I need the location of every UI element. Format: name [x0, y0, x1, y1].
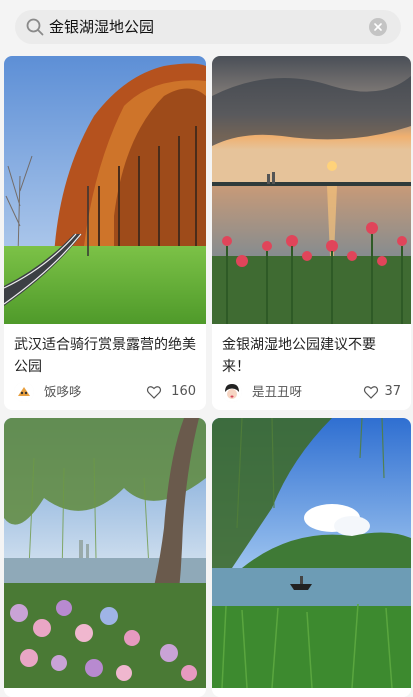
search-bar[interactable]: 金银湖湿地公园	[15, 10, 401, 44]
avatar[interactable]	[222, 382, 242, 402]
avatar[interactable]	[14, 382, 34, 402]
search-input[interactable]: 金银湖湿地公园	[49, 10, 154, 44]
search-header: 金银湖湿地公园	[0, 0, 413, 54]
card-image	[212, 56, 411, 324]
author-name[interactable]: 是丑丑呀	[252, 382, 302, 402]
clear-icon[interactable]	[369, 18, 387, 36]
author-name[interactable]: 饭哆哆	[44, 382, 82, 402]
like-count: 160	[171, 384, 196, 399]
card-meta: 是丑丑呀 37	[222, 382, 401, 404]
note-card[interactable]: 金银湖湿地公园建议不要来！ 是丑丑呀 37	[212, 56, 411, 410]
search-icon	[26, 18, 44, 36]
card-title: 武汉适合骑行赏景露营的绝美公园	[14, 337, 196, 375]
note-card[interactable]: 武汉适合骑行赏景露营的绝美公园 饭哆哆 160	[4, 56, 206, 410]
card-meta: 饭哆哆 160	[14, 382, 196, 404]
note-card[interactable]	[4, 418, 206, 697]
note-card[interactable]	[212, 418, 411, 697]
card-image	[212, 418, 411, 688]
card-image	[4, 418, 206, 688]
heart-icon[interactable]	[146, 384, 162, 400]
card-image	[4, 56, 206, 324]
like-count: 37	[384, 384, 401, 399]
heart-icon[interactable]	[363, 384, 379, 400]
card-title: 金银湖湿地公园建议不要来！	[222, 337, 376, 375]
